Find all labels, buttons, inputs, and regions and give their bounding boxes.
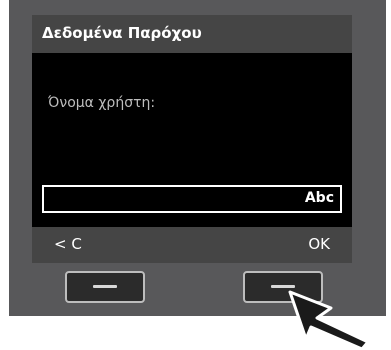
username-label: Όνομα χρήστη: (48, 95, 156, 111)
softkey-right-label: OK (308, 235, 330, 253)
username-input[interactable]: Abc (42, 185, 342, 213)
left-softkey-button[interactable] (65, 271, 145, 303)
input-mode-indicator: Abc (304, 190, 334, 206)
softkey-bar: < C OK (32, 227, 352, 263)
left-softkey-dash-icon (93, 285, 117, 288)
right-softkey-button[interactable] (243, 271, 323, 303)
title-bar: Δεδομένα Παρόχου (32, 15, 352, 53)
right-softkey-dash-icon (271, 285, 295, 288)
phone-handset: Δεδομένα Παρόχου Όνομα χρήστη: Abc < C O… (0, 0, 391, 350)
display-screen: Δεδομένα Παρόχου Όνομα χρήστη: Abc < C O… (32, 15, 352, 263)
screen-title: Δεδομένα Παρόχου (42, 24, 202, 42)
softkey-left-label: < C (54, 235, 82, 253)
